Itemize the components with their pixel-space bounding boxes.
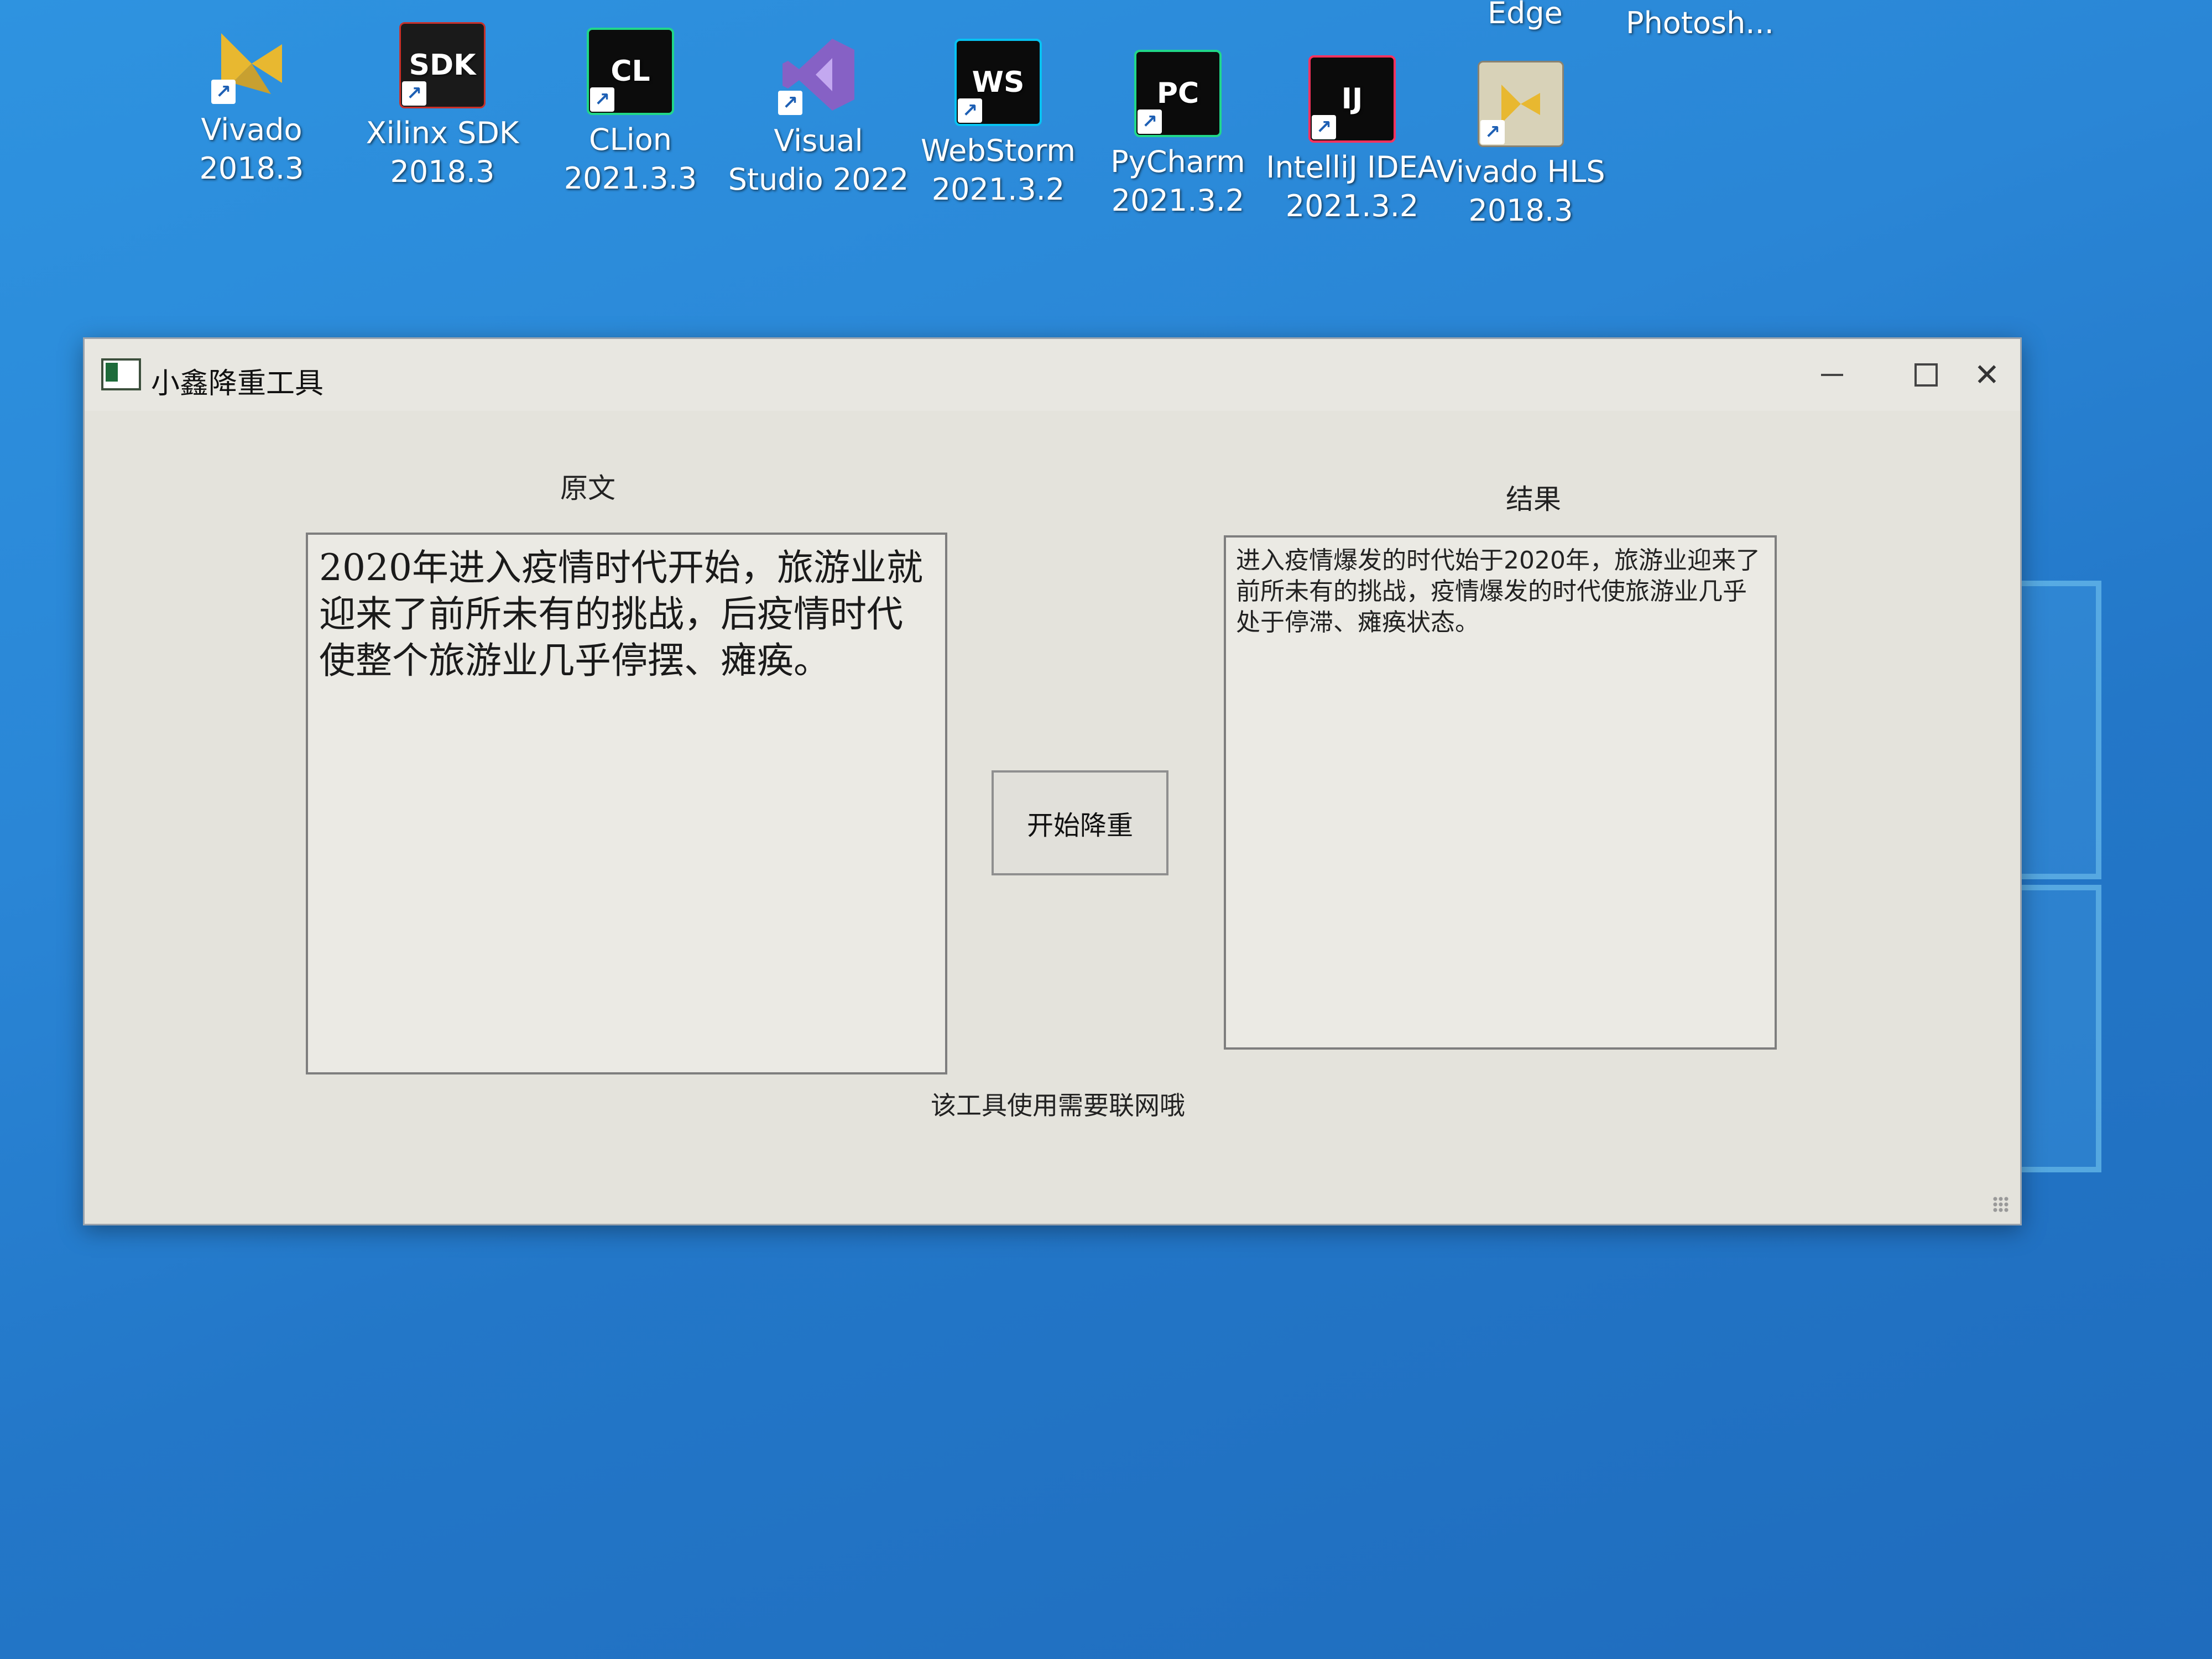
minimize-icon <box>1821 374 1843 376</box>
pycharm-icon: PC ↗ <box>1134 50 1222 137</box>
minimize-button[interactable] <box>1799 350 1865 400</box>
webstorm-icon-text: WS <box>972 66 1025 99</box>
desktop-icon-label-line2: 2018.3 <box>1468 193 1573 228</box>
start-rewrite-button[interactable]: 开始降重 <box>992 770 1168 875</box>
desktop-icon-clion[interactable]: CL ↗ CLion 2021.3.3 <box>539 28 722 198</box>
source-label: 原文 <box>560 472 615 504</box>
xilinx-sdk-icon: SDK ↗ <box>399 22 486 108</box>
desktop-icon-visual-studio[interactable]: ↗ Visual Studio 2022 <box>727 33 910 199</box>
shortcut-arrow-icon: ↗ <box>590 87 614 112</box>
visual-studio-icon: ↗ <box>777 33 860 116</box>
desktop-icon-vivado[interactable]: ↗ Vivado 2018.3 <box>160 22 343 188</box>
maximize-button[interactable] <box>1893 350 1959 400</box>
desktop-icon-label-line1: Vivado <box>201 112 302 147</box>
network-required-note: 该工具使用需要联网哦 <box>931 1091 1185 1120</box>
maximize-icon <box>1914 363 1938 387</box>
resize-grip[interactable] <box>1992 1196 2009 1213</box>
desktop-icon-label-line2: 2021.3.2 <box>1111 183 1245 218</box>
intellij-idea-icon-text: IJ <box>1341 82 1363 116</box>
clion-icon-text: CL <box>611 55 650 88</box>
shortcut-arrow-icon: ↗ <box>211 80 236 104</box>
desktop-icon-label-line2: Studio 2022 <box>728 162 909 197</box>
vivado-hls-icon: ↗ <box>1478 61 1564 147</box>
result-label: 结果 <box>1506 483 1561 515</box>
desktop-icon-label-line2: 2018.3 <box>390 154 495 189</box>
shortcut-arrow-icon: ↗ <box>1138 109 1162 134</box>
desktop-icon-webstorm[interactable]: WS ↗ WebStorm 2021.3.2 <box>907 39 1089 209</box>
vivado-icon: ↗ <box>210 22 293 105</box>
desktop-icon-photoshop-label[interactable]: Photosh... <box>1626 6 1774 40</box>
shortcut-arrow-icon: ↗ <box>958 98 982 123</box>
desktop-icon-label-line1: WebStorm <box>920 133 1076 168</box>
desktop-icon-label-line1: Xilinx SDK <box>366 116 519 150</box>
pycharm-icon-text: PC <box>1156 77 1199 110</box>
desktop-icon-label-line1: Visual <box>774 123 863 158</box>
desktop-icon-label-line1: PyCharm <box>1110 144 1245 179</box>
desktop-icon-intellij-idea[interactable]: IJ ↗ IntelliJ IDEA 2021.3.2 <box>1261 55 1443 226</box>
desktop-icon-vivado-hls[interactable]: ↗ Vivado HLS 2018.3 <box>1430 61 1612 230</box>
close-icon: ✕ <box>1974 357 2000 393</box>
window-title: 小鑫降重工具 <box>151 367 324 400</box>
shortcut-arrow-icon: ↗ <box>1480 120 1505 144</box>
desktop-icon-label-line2: 2021.3.2 <box>1285 189 1419 223</box>
desktop-icon-label-line1: CLion <box>588 122 672 157</box>
xilinx-sdk-icon-text: SDK <box>409 49 476 82</box>
shortcut-arrow-icon: ↗ <box>402 81 426 106</box>
desktop-icon-pycharm[interactable]: PC ↗ PyCharm 2021.3.2 <box>1087 50 1269 220</box>
app-window: 小鑫降重工具 ✕ 原文 结果 2020年进入疫情时代开始，旅游业就迎来了前所未有… <box>83 337 2022 1225</box>
intellij-idea-icon: IJ ↗ <box>1308 55 1396 143</box>
desktop-icon-label-line2: 2018.3 <box>199 151 304 186</box>
result-text-output[interactable]: 进入疫情爆发的时代始于2020年，旅游业迎来了前所未有的挑战，疫情爆发的时代使旅… <box>1224 535 1777 1050</box>
source-text-input[interactable]: 2020年进入疫情时代开始，旅游业就迎来了前所未有的挑战，后疫情时代使整个旅游业… <box>306 533 947 1074</box>
desktop-icon-label-line1: IntelliJ IDEA <box>1266 150 1438 185</box>
webstorm-icon: WS ↗ <box>954 39 1042 126</box>
desktop-icon-label-line2: 2021.3.2 <box>931 172 1065 207</box>
app-icon <box>101 358 141 390</box>
title-bar[interactable]: 小鑫降重工具 ✕ <box>85 339 2020 411</box>
clion-icon: CL ↗ <box>587 28 674 115</box>
shortcut-arrow-icon: ↗ <box>778 91 802 115</box>
close-button[interactable]: ✕ <box>1954 350 2020 400</box>
desktop-icon-label-line1: Vivado HLS <box>1436 154 1605 189</box>
desktop-icon-label-line2: 2021.3.3 <box>564 161 697 196</box>
desktop-icon-edge-label[interactable]: Edge <box>1488 0 1563 30</box>
desktop-icon-xilinx-sdk[interactable]: SDK ↗ Xilinx SDK 2018.3 <box>351 22 534 191</box>
shortcut-arrow-icon: ↗ <box>1312 115 1336 139</box>
